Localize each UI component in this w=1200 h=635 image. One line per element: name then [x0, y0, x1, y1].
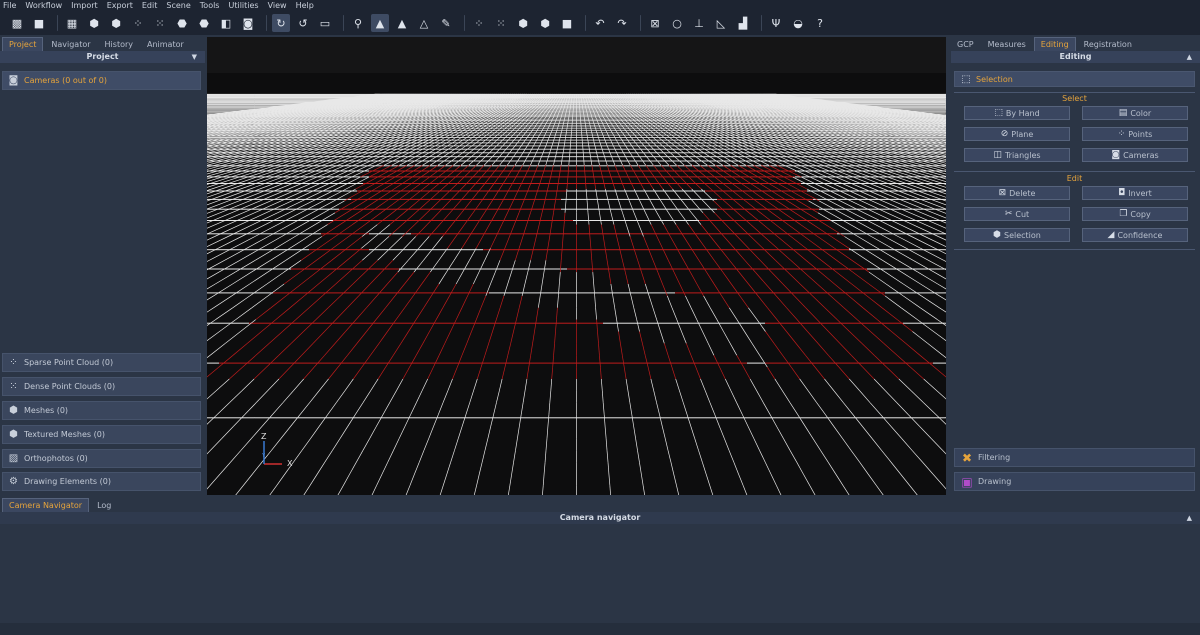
project-item-row[interactable]: ⁘ Sparse Point Cloud (0): [2, 353, 201, 372]
undo-icon[interactable]: ↶: [591, 14, 609, 32]
mesh-icon[interactable]: ⬣: [173, 14, 191, 32]
cube-icon[interactable]: ⬢: [85, 14, 103, 32]
redo-icon[interactable]: ↷: [613, 14, 631, 32]
project-item-row[interactable]: ⬢ Textured Meshes (0): [2, 425, 201, 444]
brush-icon[interactable]: ✎: [437, 14, 455, 32]
menu-file[interactable]: File: [3, 0, 16, 11]
menu-tools[interactable]: Tools: [200, 0, 220, 11]
triangle-select-icon[interactable]: ▲: [371, 14, 389, 32]
camera-icon[interactable]: ◙: [239, 14, 257, 32]
scatter-points-icon[interactable]: ⁘: [129, 14, 147, 32]
project-item-label: Meshes (0): [24, 406, 69, 415]
toolbar-separator: [464, 15, 465, 31]
textured-mesh-icon[interactable]: ◧: [217, 14, 235, 32]
toolbar-separator: [640, 15, 641, 31]
reset-view-icon[interactable]: ▭: [316, 14, 334, 32]
project-item-row[interactable]: ▨ Orthophotos (0): [2, 449, 201, 468]
rotate-alt-icon[interactable]: ↺: [294, 14, 312, 32]
drawing-elements-icon: ⚙: [9, 476, 18, 487]
menu-bar: File Workflow Import Export Edit Scene T…: [0, 0, 1200, 11]
camera-icon: ◙: [8, 75, 19, 86]
project-item-row[interactable]: ⬢ Meshes (0): [2, 401, 201, 420]
project-item-label: Dense Point Clouds (0): [24, 382, 116, 391]
sparse-cloud-icon: ⁘: [9, 357, 18, 368]
orthophoto-icon: ▨: [8, 453, 19, 464]
toolbar-separator: [343, 15, 344, 31]
cameras-label: Cameras (0 out of 0): [24, 76, 107, 85]
tab-animator[interactable]: Animator: [141, 38, 190, 51]
tab-history[interactable]: History: [99, 38, 139, 51]
project-panel: Project Navigator History Animator Proje…: [0, 37, 205, 495]
axis-icon[interactable]: ⊥: [690, 14, 708, 32]
menu-workflow[interactable]: Workflow: [25, 0, 62, 11]
triangle-outline-icon[interactable]: △: [415, 14, 433, 32]
menu-utilities[interactable]: Utilities: [228, 0, 258, 11]
filmstrip-icon[interactable]: ▦: [63, 14, 81, 32]
textured-mesh-icon: ⬢: [9, 429, 18, 440]
project-panel-title: Project: [86, 52, 119, 61]
measure-cross-icon[interactable]: ⊠: [646, 14, 664, 32]
project-item-row[interactable]: ⚙ Drawing Elements (0): [2, 472, 201, 491]
project-item-row[interactable]: ⁙ Dense Point Clouds (0): [2, 377, 201, 396]
toolbar-separator: [585, 15, 586, 31]
toolbar-separator: [761, 15, 762, 31]
menu-help[interactable]: Help: [296, 0, 314, 11]
menu-scene[interactable]: Scene: [166, 0, 190, 11]
panel-collapse-icon[interactable]: ▼: [192, 51, 197, 63]
main-toolbar: ▩ ■ ▦ ⬢ ⬢ ⁘ ⁙ ⬣ ⬣ ◧ ◙ ↻ ↺ ▭ ⚲ ▲ ▲ △ ✎ ⁘ ⁙ ⬢ ⬢ ■ ↶ ↷ ⊠ ○ ⊥ ◺ ▟ Ψ ◒?: [0, 11, 1200, 35]
mesh-icon: ⬢: [9, 405, 18, 416]
rotate-icon[interactable]: ↻: [272, 14, 290, 32]
open-project-icon[interactable]: ■: [30, 14, 48, 32]
new-project-icon[interactable]: ▩: [8, 14, 26, 32]
tab-navigator[interactable]: Navigator: [45, 38, 96, 51]
menu-import[interactable]: Import: [71, 0, 98, 11]
dense-points-icon[interactable]: ⁙: [151, 14, 169, 32]
circle-icon[interactable]: ○: [668, 14, 686, 32]
menu-view[interactable]: View: [268, 0, 287, 11]
shape-alt-icon[interactable]: ⬢: [536, 14, 554, 32]
tab-project[interactable]: Project: [2, 37, 44, 51]
shape-icon[interactable]: ⬢: [514, 14, 532, 32]
menu-export[interactable]: Export: [107, 0, 133, 11]
project-item-label: Sparse Point Cloud (0): [24, 358, 114, 367]
cameras-row[interactable]: ◙ Cameras (0 out of 0): [2, 71, 201, 90]
points-dense-icon[interactable]: ⁙: [492, 14, 510, 32]
mask-icon[interactable]: ◒: [789, 14, 807, 32]
toolbar-separator: [57, 15, 58, 31]
triangle-solid-icon[interactable]: ▲: [393, 14, 411, 32]
toolbar-separator: [266, 15, 267, 31]
ruler-icon[interactable]: ◺: [712, 14, 730, 32]
project-panel-header: Project ▼: [0, 51, 205, 63]
mesh-shaded-icon[interactable]: ⬣: [195, 14, 213, 32]
dense-cloud-icon: ⁙: [9, 381, 18, 392]
project-item-label: Drawing Elements (0): [24, 477, 111, 486]
left-tab-bar: Project Navigator History Animator: [0, 37, 205, 51]
project-item-label: Orthophotos (0): [24, 454, 88, 463]
help-icon[interactable]: ?: [811, 14, 829, 32]
project-item-label: Textured Meshes (0): [24, 430, 105, 439]
square-icon[interactable]: ■: [558, 14, 576, 32]
points-icon[interactable]: ⁘: [470, 14, 488, 32]
cube-small-icon[interactable]: ⬢: [107, 14, 125, 32]
tools-icon[interactable]: Ψ: [767, 14, 785, 32]
3d-viewport[interactable]: Z X Y: [207, 37, 946, 495]
chart-icon[interactable]: ▟: [734, 14, 752, 32]
light-bulb-icon[interactable]: ⚲: [349, 14, 367, 32]
menu-edit[interactable]: Edit: [142, 0, 158, 11]
